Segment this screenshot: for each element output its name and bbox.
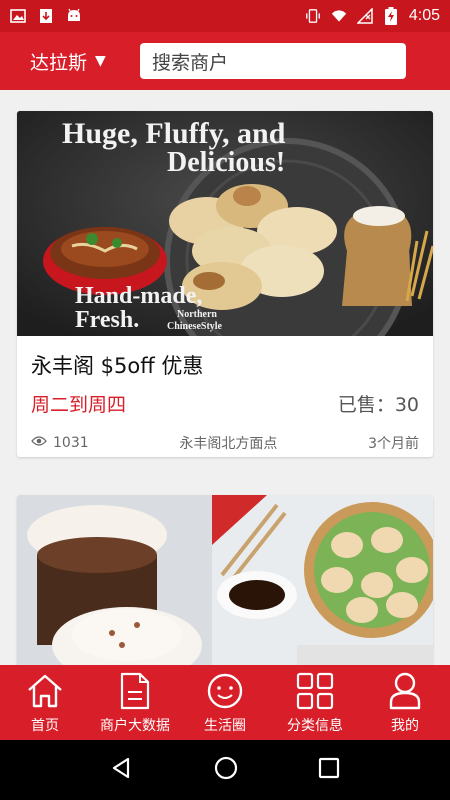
image-headline-3: Hand-made, (75, 283, 202, 309)
nav-home[interactable]: 首页 (0, 671, 90, 735)
nav-life-circle-label: 生活圈 (204, 717, 246, 734)
city-selector[interactable]: 达拉斯 ▼ (10, 48, 140, 75)
deal-meta-row: 1031 永丰阁北方面点 3个月前 (17, 417, 433, 453)
image-icon (10, 8, 26, 24)
status-bar: 4:05 (0, 0, 450, 32)
status-time: 4:05 (408, 7, 440, 24)
deal-list[interactable]: Huge, Fluffy, and Delicious! Hand-made, … (0, 90, 450, 665)
home-circle-icon[interactable] (213, 755, 239, 785)
image-headline-1: Huge, Fluffy, and (62, 117, 286, 150)
back-icon[interactable] (110, 756, 134, 784)
battery-charging-icon (383, 7, 399, 25)
nav-merchant-data-label: 商户大数据 (100, 717, 170, 734)
deal-info-row: 周二到周四 已售：30 (17, 380, 433, 417)
deal-card[interactable] (17, 495, 433, 665)
city-name: 达拉斯 (30, 51, 88, 74)
nav-merchant-data[interactable]: 商户大数据 (90, 671, 180, 735)
image-headline-2: Delicious! (167, 147, 285, 178)
wifi-icon (331, 8, 347, 24)
dropdown-arrow-icon: ▼ (95, 53, 106, 69)
deal-days: 周二到周四 (31, 394, 127, 416)
deal-sold-count: 已售：30 (337, 394, 419, 416)
nav-categories-label: 分类信息 (287, 717, 343, 734)
user-icon (385, 671, 425, 711)
image-badge-1: Northern (177, 309, 217, 320)
vibrate-icon (305, 8, 321, 24)
home-icon (25, 671, 65, 711)
document-icon (115, 671, 155, 711)
deal-image: Huge, Fluffy, and Delicious! Hand-made, … (17, 111, 433, 336)
app-header: 达拉斯 ▼ 搜索商户 (0, 32, 450, 90)
system-nav-bar (0, 740, 450, 800)
nav-home-label: 首页 (31, 717, 59, 734)
search-placeholder: 搜索商户 (152, 51, 229, 74)
nav-mine-label: 我的 (391, 717, 419, 734)
deal-card[interactable]: Huge, Fluffy, and Delicious! Hand-made, … (17, 111, 433, 457)
image-headline-4: Fresh. (75, 307, 139, 333)
image-badge-2: ChineseStyle (167, 321, 223, 332)
grid-icon (295, 671, 335, 711)
nav-life-circle[interactable]: 生活圈 (180, 671, 270, 735)
smiley-circle-icon (205, 671, 245, 711)
eye-icon (31, 435, 47, 451)
no-signal-icon (356, 8, 373, 24)
android-icon (66, 8, 82, 24)
deal-location: 永丰阁北方面点 (179, 436, 278, 452)
nav-categories[interactable]: 分类信息 (270, 671, 360, 735)
deal-title: 永丰阁 $5off 优惠 (31, 354, 204, 378)
search-input[interactable]: 搜索商户 (140, 43, 406, 79)
nav-mine[interactable]: 我的 (360, 671, 450, 735)
deal-time-ago: 3个月前 (368, 436, 419, 452)
status-left-icons (10, 8, 82, 24)
deal-image (17, 495, 433, 665)
recents-icon[interactable] (318, 757, 340, 783)
bottom-nav: 首页 商户大数据 生活圈 分类信息 我的 (0, 665, 450, 740)
deal-views: 1031 (31, 435, 89, 451)
status-right-icons: 4:05 (305, 7, 440, 25)
deal-view-count: 1031 (53, 435, 89, 451)
download-icon (38, 8, 54, 24)
